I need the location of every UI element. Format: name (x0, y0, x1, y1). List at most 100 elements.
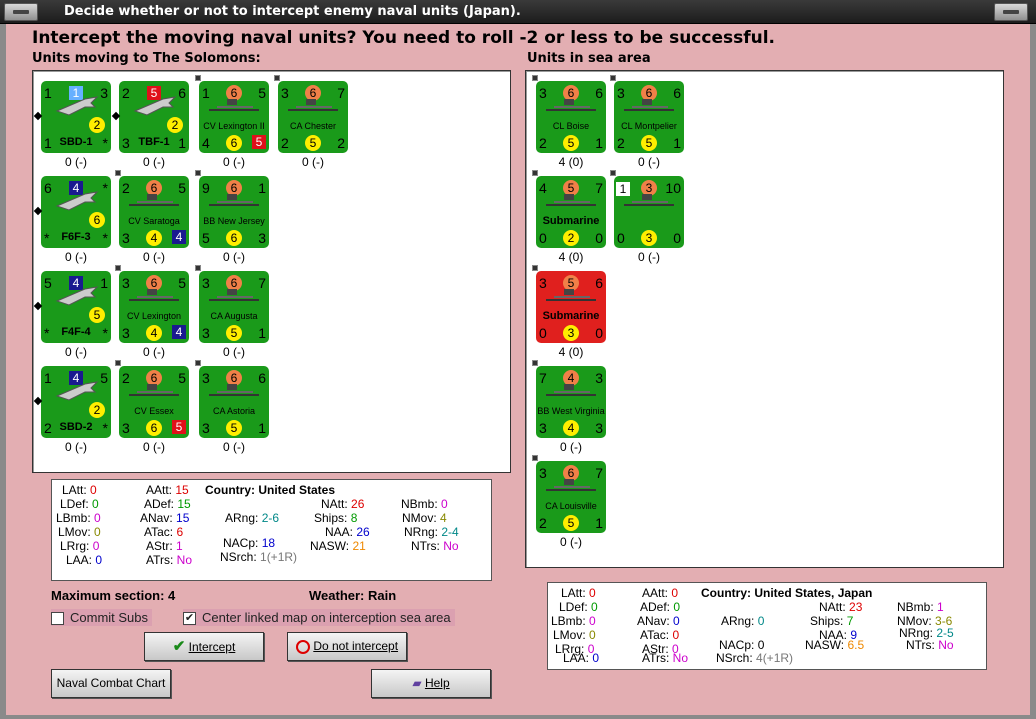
counter-top-left: 3 (202, 275, 210, 291)
warship-icon (546, 194, 596, 206)
commit-subs-label: Commit Subs (70, 610, 149, 625)
stack-marker (195, 170, 201, 176)
page-title: Intercept the moving naval units? You ne… (32, 28, 776, 48)
stat-nrng: 2-4 (441, 525, 459, 539)
close-button[interactable] (994, 3, 1028, 21)
counter-bottom-left: 3 (122, 230, 130, 246)
do-not-intercept-button[interactable]: Do not intercept (287, 632, 407, 661)
warship-icon (129, 384, 179, 396)
stack-count: 0 (-) (65, 440, 87, 454)
stack-count: 0 (-) (638, 155, 660, 169)
stat-atac: 6 (176, 525, 184, 539)
counter-bottom-left: 1 (44, 135, 52, 151)
stack-marker (115, 170, 121, 176)
unit-counter[interactable]: 6 4 * F6F-3 * 6 * (41, 176, 111, 248)
stat-lmov: 0 (589, 628, 596, 642)
unit-counter[interactable]: 3 6 7 CA Chester 2 5 2 (278, 81, 348, 153)
stat-latt: 0 (90, 483, 97, 497)
country-value: United States, Japan (754, 586, 873, 600)
unit-counter[interactable]: 3 6 7 CA Augusta 3 5 1 (199, 271, 269, 343)
unit-counter[interactable]: 2 6 5 CV Essex 3 6 5 (119, 366, 189, 438)
counter-bottom-center: 5 (305, 135, 321, 151)
warship-icon (129, 289, 179, 301)
naval-combat-chart-button[interactable]: Naval Combat Chart (51, 669, 171, 698)
checkbox-box[interactable] (51, 612, 64, 626)
counter-name: BB West Virginia (537, 406, 605, 416)
country-label: Country: (701, 586, 751, 600)
unit-counter[interactable]: 9 6 1 BB New Jersey 5 6 3 (199, 176, 269, 248)
counter-top-left: 1 (202, 85, 210, 101)
unit-counter[interactable]: 3 6 6 CL Montpelier 2 5 1 (614, 81, 684, 153)
counter-name: CV Essex (134, 406, 174, 416)
stat-nsrch: 1(+1R) (260, 550, 298, 564)
unit-counter[interactable]: 3 6 7 CA Louisville 2 5 1 (536, 461, 606, 533)
stack-count: 0 (-) (65, 250, 87, 264)
stat-ntrs: No (938, 638, 954, 652)
counter-top-right: 6 (673, 85, 681, 101)
counter-bottom-left: 3 (539, 420, 547, 436)
sea-area-units-panel[interactable]: 3 6 6 CL Boise 2 5 1 4 (0) 3 6 6 CL Montpelier 2 5 1 0 … (525, 70, 1004, 568)
intercept-button[interactable]: ✔ Intercept (144, 632, 264, 661)
unit-counter[interactable]: 1 4 5 SBD-2 2 2 * (41, 366, 111, 438)
counter-top-left: 7 (539, 370, 547, 386)
aircraft-icon (55, 93, 99, 119)
unit-counter[interactable]: 3 6 6 CL Boise 2 5 1 (536, 81, 606, 153)
counter-bottom-center: 4 (146, 325, 162, 341)
unit-counter[interactable]: 3 6 5 CV Lexington 3 4 4 (119, 271, 189, 343)
moving-units-panel[interactable]: 1 1 3 SBD-1 1 2 * 0 (-) 2 5 6 TBF-1 3 2 1 0 (-) 1 6 5 CV Le… (32, 70, 511, 473)
counter-bottom-center: 2 (167, 117, 183, 133)
unit-counter[interactable]: 5 4 1 F4F-4 * 5 * (41, 271, 111, 343)
commit-subs-checkbox[interactable]: Commit Subs (51, 609, 153, 627)
aircraft-icon (133, 93, 177, 119)
counter-bottom-right: 3 (595, 420, 603, 436)
warship-icon (546, 479, 596, 491)
system-menu-button[interactable] (4, 3, 38, 21)
warship-icon (209, 194, 259, 206)
title-bar: Decide whether or not to intercept enemy… (0, 0, 1036, 24)
counter-top-right: 5 (178, 180, 186, 196)
counter-bottom-center: 5 (563, 515, 579, 531)
stat-ntrs: No (443, 539, 459, 553)
unit-counter[interactable]: 3 6 6 CA Astoria 3 5 1 (199, 366, 269, 438)
aircraft-icon (55, 378, 99, 404)
unit-counter[interactable]: 1 1 3 SBD-1 1 2 * (41, 81, 111, 153)
stack-count: 4 (0) (558, 155, 584, 169)
counter-top-right: 6 (595, 85, 603, 101)
counter-bottom-center: 2 (563, 230, 579, 246)
unit-counter[interactable]: 1 6 5 CV Lexington II 4 6 5 (199, 81, 269, 153)
counter-name: CA Augusta (210, 311, 258, 321)
counter-bottom-center: 5 (563, 135, 579, 151)
no-entry-icon (295, 639, 310, 654)
unit-counter[interactable]: 2 5 6 TBF-1 3 2 1 (119, 81, 189, 153)
counter-bottom-right: 1 (673, 135, 681, 151)
counter-name: SBD-1 (59, 136, 93, 148)
counter-top-right: 6 (595, 275, 603, 291)
stack-marker (115, 265, 121, 271)
counter-top-left: 6 (44, 180, 52, 196)
stat-anav: 0 (673, 614, 680, 628)
checkbox-checked[interactable]: ✔ (183, 612, 196, 626)
unit-counter[interactable]: 1 3 10 0 3 0 (614, 176, 684, 248)
unit-counter[interactable]: 4 5 7 Submarine 0 2 0 (536, 176, 606, 248)
help-button[interactable]: ▰ Help (371, 669, 491, 698)
counter-top-right: 5 (178, 275, 186, 291)
counter-bottom-right: 1 (595, 515, 603, 531)
stack-count: 0 (-) (65, 155, 87, 169)
unit-counter[interactable]: 7 4 3 BB West Virginia 3 4 3 (536, 366, 606, 438)
counter-top-left: 1 (44, 370, 52, 386)
stack-marker (532, 360, 538, 366)
checkmark-icon: ✔ (172, 638, 186, 655)
unit-counter[interactable]: 3 5 6 Submarine 0 3 0 (536, 271, 606, 343)
counter-bottom-center: 4 (146, 230, 162, 246)
stat-arng: 2-6 (261, 511, 280, 525)
window-title: Decide whether or not to intercept enemy… (64, 4, 521, 19)
center-map-checkbox[interactable]: ✔ Center linked map on interception sea a… (183, 609, 455, 627)
counter-bottom-right: 0 (595, 230, 603, 246)
counter-top-left: 9 (202, 180, 210, 196)
counter-top-right: 1 (258, 180, 266, 196)
counter-top-left: 2 (122, 370, 130, 386)
stat-nbmb: 0 (441, 497, 448, 511)
unit-counter[interactable]: 2 6 5 CV Saratoga 3 4 4 (119, 176, 189, 248)
counter-name: CV Saratoga (128, 216, 180, 226)
stat-lmov: 0 (94, 525, 101, 539)
